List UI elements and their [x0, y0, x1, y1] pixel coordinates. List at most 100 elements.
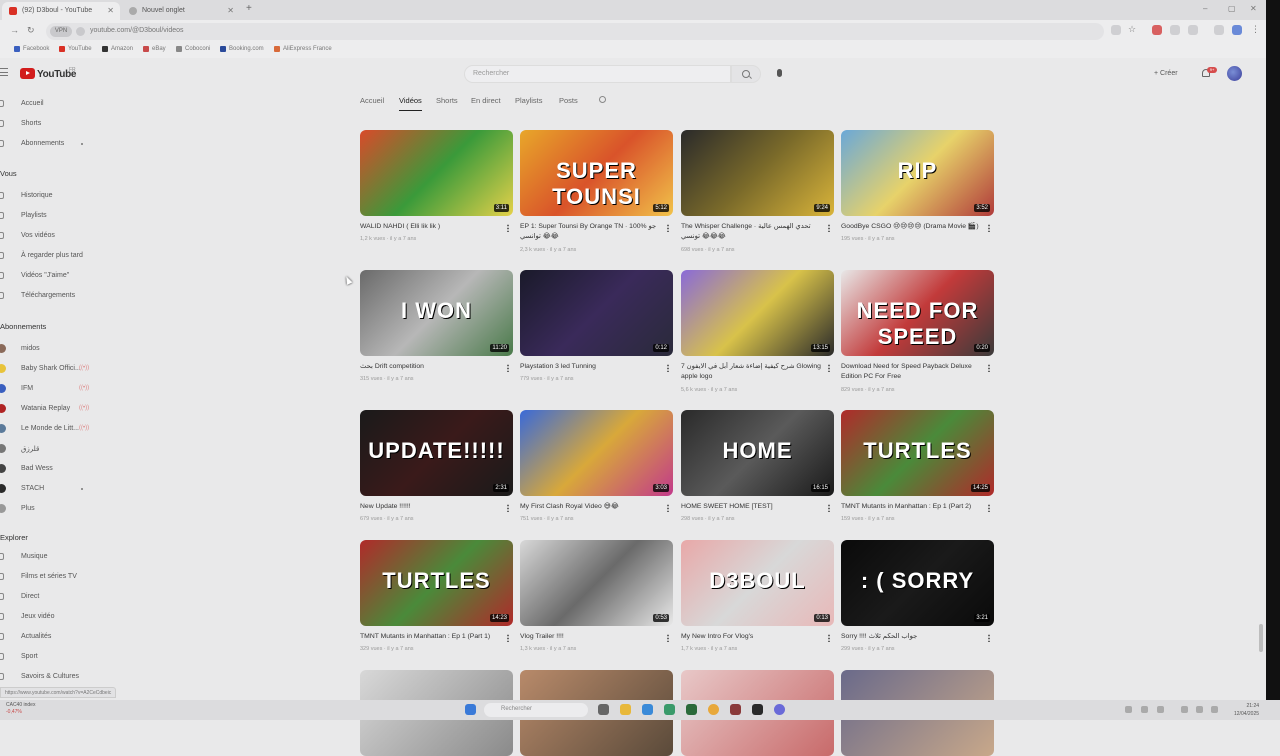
- sidebar-explore-item-2[interactable]: Direct: [0, 590, 100, 604]
- taskbar-search[interactable]: Rechercher: [484, 703, 588, 717]
- task-view-icon[interactable]: [598, 704, 609, 715]
- sidebar-you-item-5[interactable]: Téléchargements: [0, 289, 100, 303]
- video-thumbnail[interactable]: : ( SORRY 3:21: [841, 540, 994, 626]
- video-title[interactable]: EP 1: Super Tounsi By Orange TN · 100% ج…: [520, 222, 660, 241]
- video-more-options-icon[interactable]: [507, 634, 509, 642]
- channel-tab-1[interactable]: Vidéos: [399, 96, 422, 111]
- edge-icon[interactable]: [642, 704, 653, 715]
- video-more-options-icon[interactable]: [828, 504, 830, 512]
- site-info-icon[interactable]: [76, 27, 85, 36]
- excel-icon[interactable]: [686, 704, 697, 715]
- bookmark-facebook[interactable]: Facebook: [14, 46, 49, 52]
- tray-chevron-icon[interactable]: [1125, 706, 1132, 713]
- bookmark-amazon[interactable]: Amazon: [102, 46, 133, 52]
- sidebar-item-0[interactable]: Accueil: [0, 97, 100, 111]
- video-thumbnail[interactable]: HOME 16:15: [681, 410, 834, 496]
- sidebar-explore-item-1[interactable]: Films et séries TV: [0, 570, 100, 584]
- video-thumbnail[interactable]: I WON 11:20: [360, 270, 513, 356]
- video-title[interactable]: بحث Drift competition: [360, 362, 500, 372]
- channel-search-icon[interactable]: [599, 96, 606, 103]
- video-title[interactable]: My New Intro For Vlog's: [681, 632, 821, 642]
- page-scrollbar-track[interactable]: [1266, 0, 1280, 700]
- youtube-logo-icon[interactable]: [20, 68, 35, 79]
- video-more-options-icon[interactable]: [667, 504, 669, 512]
- video-title[interactable]: TMNT Mutants in Manhattan : Ep 1 (Part 1…: [360, 632, 500, 642]
- app2-icon[interactable]: [730, 704, 741, 715]
- video-more-options-icon[interactable]: [507, 224, 509, 232]
- video-title[interactable]: New Update !!!!!!: [360, 502, 500, 512]
- maximize-icon[interactable]: ▢: [1228, 4, 1236, 13]
- video-title[interactable]: WALID NAHDI ( Elli lik lik ): [360, 222, 500, 232]
- video-more-options-icon[interactable]: [988, 224, 990, 232]
- video-title[interactable]: HOME SWEET HOME [TEST]: [681, 502, 821, 512]
- vpn-extension-icon[interactable]: [1232, 25, 1242, 35]
- video-thumbnail[interactable]: SUPER TOUNSI 5:12: [520, 130, 673, 216]
- sidebar-sub-7[interactable]: STACH: [0, 482, 100, 496]
- video-more-options-icon[interactable]: [988, 364, 990, 372]
- file-explorer-icon[interactable]: [620, 704, 631, 715]
- channel-tab-3[interactable]: En direct: [471, 96, 501, 105]
- page-scrollbar-thumb[interactable]: [1259, 624, 1263, 652]
- video-thumbnail[interactable]: UPDATE!!!!! 2:31: [360, 410, 513, 496]
- channel-tab-5[interactable]: Posts: [559, 96, 578, 105]
- terminal-icon[interactable]: [752, 704, 763, 715]
- discord-icon[interactable]: [774, 704, 785, 715]
- extension-shield-icon[interactable]: [1152, 25, 1162, 35]
- video-title[interactable]: Download Need for Speed Payback Deluxe E…: [841, 362, 981, 381]
- install-app-icon[interactable]: [1111, 25, 1121, 35]
- channel-tab-2[interactable]: Shorts: [436, 96, 458, 105]
- video-thumbnail[interactable]: 0:53: [520, 540, 673, 626]
- video-thumbnail[interactable]: 3:11: [360, 130, 513, 216]
- sidebar-explore-item-4[interactable]: Actualités: [0, 630, 100, 644]
- create-button[interactable]: + Créer: [1151, 67, 1187, 81]
- tab-youtube[interactable]: (92) D3boul - YouTube ✕: [2, 2, 120, 20]
- video-more-options-icon[interactable]: [667, 364, 669, 372]
- video-more-options-icon[interactable]: [667, 634, 669, 642]
- sidebar-explore-item-6[interactable]: Savoirs & Cultures: [0, 670, 100, 684]
- sidebar-sub-2[interactable]: IFM ((•)): [0, 382, 100, 396]
- video-title[interactable]: My First Clash Royal Video 😅😂: [520, 502, 660, 512]
- video-more-options-icon[interactable]: [988, 504, 990, 512]
- close-tab-icon[interactable]: ✕: [227, 6, 234, 15]
- bookmark-youtube[interactable]: YouTube: [59, 46, 92, 52]
- tab-new[interactable]: Nouvel onglet ✕: [122, 2, 240, 20]
- video-thumbnail[interactable]: NEED FOR SPEED 0:20: [841, 270, 994, 356]
- video-title[interactable]: The Whisper Challenge · تحدي الهمس عالية…: [681, 222, 821, 241]
- video-more-options-icon[interactable]: [828, 634, 830, 642]
- video-more-options-icon[interactable]: [507, 364, 509, 372]
- video-title[interactable]: Vlog Trailer !!!!: [520, 632, 660, 642]
- minimize-icon[interactable]: –: [1203, 4, 1207, 13]
- vpn-badge[interactable]: VPN: [50, 26, 72, 37]
- wifi-icon[interactable]: [1181, 706, 1188, 713]
- back-icon[interactable]: →: [10, 25, 19, 35]
- clock[interactable]: 21:24 12/04/2025: [1234, 702, 1259, 718]
- sidebar-you-item-2[interactable]: Vos vidéos: [0, 229, 100, 243]
- video-title[interactable]: 7 شرح كيفية إضاءة شعار أبل في الايفون Gl…: [681, 362, 821, 381]
- bookmark-coboconi[interactable]: Coboconi: [176, 46, 210, 52]
- sidebar-explore-item-3[interactable]: Jeux vidéo: [0, 610, 100, 624]
- chrome-icon[interactable]: [708, 704, 719, 715]
- sidebar-sub-4[interactable]: Le Monde de Litt... ((•)): [0, 422, 100, 436]
- tray-app2-icon[interactable]: [1157, 706, 1164, 713]
- video-title[interactable]: Sorry !!!! جواب الحكم ثلاث: [841, 632, 981, 642]
- sidebar-sub-6[interactable]: Bad Wess: [0, 462, 100, 476]
- search-button[interactable]: [731, 65, 761, 83]
- video-thumbnail[interactable]: 9:24: [681, 130, 834, 216]
- video-title[interactable]: Playstation 3 led Tunning: [520, 362, 660, 372]
- app-icon[interactable]: [664, 704, 675, 715]
- new-tab-plus-icon[interactable]: +: [246, 3, 252, 14]
- sidebar-item-1[interactable]: Shorts: [0, 117, 100, 131]
- sidebar-header-you[interactable]: Vous: [0, 166, 17, 178]
- sidebar-you-item-4[interactable]: Vidéos "J'aime": [0, 269, 100, 283]
- bookmark-booking[interactable]: Booking.com: [220, 46, 264, 52]
- market-widget[interactable]: CAC40 index -0,47%: [6, 702, 35, 716]
- video-title[interactable]: TMNT Mutants in Manhattan : Ep 1 (Part 2…: [841, 502, 981, 512]
- video-thumbnail[interactable]: 3:03: [520, 410, 673, 496]
- video-more-options-icon[interactable]: [988, 634, 990, 642]
- bookmark-star-icon[interactable]: ☆: [1128, 24, 1136, 35]
- battery-icon[interactable]: [1211, 706, 1218, 713]
- sidebar-explore-item-5[interactable]: Sport: [0, 650, 100, 664]
- search-input[interactable]: Rechercher: [464, 65, 731, 83]
- video-title[interactable]: GoodBye CSGO 😢😢😢😢 (Drama Movie 🎬): [841, 222, 981, 232]
- bookmark-ebay[interactable]: eBay: [143, 46, 166, 52]
